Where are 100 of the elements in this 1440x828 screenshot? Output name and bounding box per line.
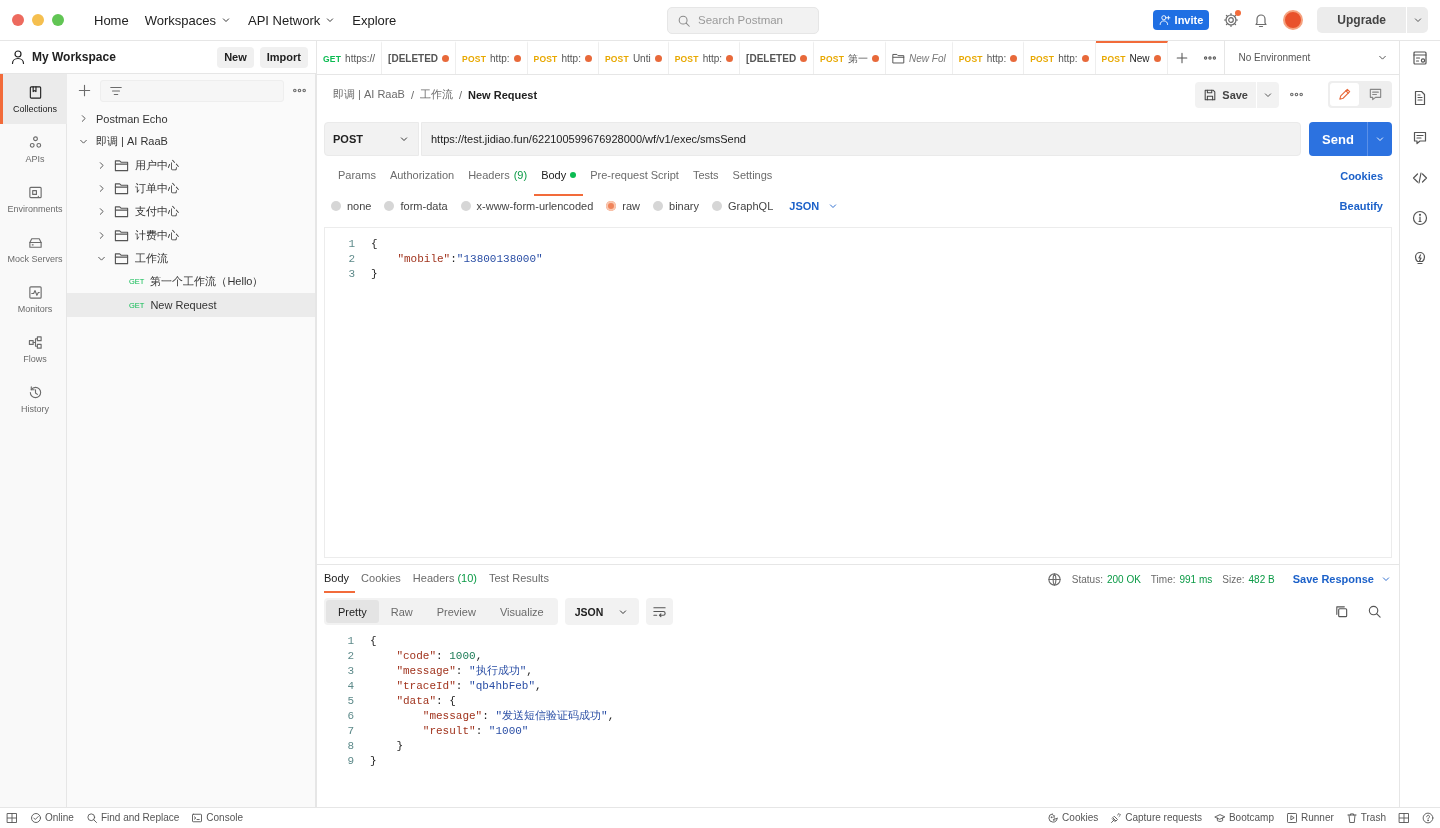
wrap-button[interactable] bbox=[646, 598, 674, 625]
info-icon[interactable] bbox=[1412, 210, 1428, 226]
nav-menu[interactable]: API Network bbox=[240, 8, 345, 32]
request-section-tab[interactable]: Headers (9) bbox=[461, 156, 535, 196]
comment-icon[interactable] bbox=[1412, 130, 1428, 146]
status-bar-item[interactable]: Runner bbox=[1286, 811, 1334, 824]
request-section-tab[interactable]: Body bbox=[534, 156, 584, 196]
nav-menu[interactable]: Explore bbox=[344, 8, 405, 32]
status-bar-item[interactable]: Find and Replace bbox=[85, 811, 180, 824]
request-tab[interactable]: POST http: bbox=[1024, 41, 1096, 74]
view-tab[interactable]: Pretty bbox=[326, 600, 379, 623]
nav-menu[interactable]: Workspaces bbox=[136, 8, 240, 32]
body-type-radio[interactable]: GraphQL bbox=[712, 200, 774, 212]
response-tab[interactable]: Body bbox=[324, 565, 356, 593]
body-type-radio[interactable]: form-data bbox=[384, 200, 448, 212]
tree-item[interactable]: 工作流 bbox=[67, 246, 315, 271]
code-icon[interactable] bbox=[1412, 170, 1428, 186]
code-editor[interactable]: 1 { 2 "mobile":"13800138000" 3 } bbox=[324, 227, 1392, 558]
avatar[interactable] bbox=[1283, 10, 1304, 30]
status-bar-item[interactable]: Online bbox=[30, 811, 74, 824]
breadcrumb-item[interactable]: 即调 | AI RaaB bbox=[333, 87, 405, 102]
settings-icon[interactable] bbox=[1223, 12, 1240, 28]
request-section-tab[interactable]: Tests bbox=[685, 156, 726, 196]
request-section-tab[interactable]: Pre-request Script bbox=[583, 156, 686, 196]
sidebar-tab[interactable]: Collections bbox=[0, 74, 67, 124]
sidebar-tab[interactable]: Flows bbox=[0, 324, 67, 374]
body-type-radio[interactable]: raw bbox=[606, 200, 641, 212]
request-tab[interactable]: GET https:// bbox=[317, 41, 383, 74]
save-icon bbox=[1203, 87, 1218, 102]
sidebar-tab[interactable]: Mock Servers bbox=[0, 224, 67, 274]
status-bar-item[interactable]: Cookies bbox=[1047, 811, 1099, 824]
response-tab[interactable]: Cookies bbox=[355, 565, 407, 593]
environment-select[interactable]: No Environment bbox=[1223, 41, 1399, 74]
request-tab[interactable]: POST http: bbox=[952, 41, 1025, 74]
tree-item[interactable]: Postman Echo bbox=[67, 107, 315, 131]
document-icon[interactable] bbox=[1412, 90, 1428, 106]
beautify-link[interactable]: Beautify bbox=[1339, 200, 1385, 212]
request-tab[interactable]: POST http: bbox=[668, 41, 741, 74]
status-bar-item[interactable]: Capture requests bbox=[1110, 811, 1202, 824]
sidebar-tab[interactable]: Monitors bbox=[0, 274, 67, 324]
method-select[interactable]: POST bbox=[324, 122, 419, 156]
stat-label: Status: bbox=[1071, 573, 1103, 585]
request-tab[interactable]: New Fol bbox=[886, 41, 953, 74]
layout-icon[interactable] bbox=[6, 811, 18, 824]
view-tab[interactable]: Raw bbox=[378, 600, 425, 623]
cookies-link[interactable]: Cookies bbox=[1340, 170, 1385, 182]
environment-view-icon[interactable] bbox=[1412, 50, 1428, 66]
tree-item[interactable]: 订单中心 bbox=[67, 176, 315, 201]
status-bar-item[interactable]: Trash bbox=[1345, 811, 1386, 824]
breadcrumb-item[interactable]: 工作流 bbox=[420, 87, 453, 102]
request-section-tab[interactable]: Params bbox=[331, 156, 383, 196]
copy-icon[interactable] bbox=[1334, 604, 1349, 619]
filter-field[interactable] bbox=[100, 79, 284, 102]
body-type-radio[interactable]: none bbox=[331, 200, 372, 212]
request-tab[interactable]: POST New bbox=[1095, 41, 1168, 74]
save-response-button[interactable]: Save Response bbox=[1292, 573, 1392, 585]
workspace-name[interactable]: My Workspace bbox=[32, 50, 212, 64]
request-tab[interactable]: [DELETED bbox=[382, 41, 457, 74]
notifications-icon[interactable] bbox=[1253, 12, 1270, 28]
tree-item[interactable]: 用户中心 bbox=[67, 153, 315, 177]
help-icon[interactable] bbox=[1422, 811, 1434, 824]
send-button[interactable]: Send bbox=[1309, 122, 1392, 156]
tree-item[interactable]: 计费中心 bbox=[67, 223, 315, 247]
status-bar-item[interactable]: Console bbox=[191, 811, 243, 824]
status-bar-item[interactable]: Bootcamp bbox=[1213, 811, 1274, 824]
request-tab[interactable]: POST 第一 bbox=[814, 41, 887, 74]
add-icon[interactable] bbox=[77, 83, 92, 98]
sidebar-tab[interactable]: APIs bbox=[0, 124, 67, 174]
layout-icon[interactable] bbox=[1398, 811, 1410, 824]
language-select[interactable]: JSON bbox=[564, 598, 640, 625]
edit-icon[interactable] bbox=[1337, 87, 1352, 102]
request-tab[interactable]: POST http: bbox=[456, 41, 528, 74]
tree-item[interactable]: 支付中心 bbox=[67, 200, 315, 224]
request-tab[interactable]: POST Unti bbox=[598, 41, 669, 74]
view-tab[interactable]: Preview bbox=[424, 600, 488, 623]
window-control[interactable] bbox=[12, 14, 24, 26]
body-type-radio[interactable]: binary bbox=[653, 200, 700, 212]
sidebar-icon bbox=[27, 284, 43, 300]
sidebar-tab[interactable]: History bbox=[0, 374, 67, 424]
lightbulb-icon[interactable] bbox=[1412, 250, 1428, 266]
header-button[interactable]: Import bbox=[259, 46, 308, 68]
request-tab[interactable]: [DELETED bbox=[740, 41, 815, 74]
view-tab[interactable]: Visualize bbox=[487, 600, 556, 623]
body-type-radio[interactable]: x-www-form-urlencoded bbox=[460, 200, 594, 212]
request-section-tab[interactable]: Settings bbox=[725, 156, 780, 196]
response-tab[interactable]: Test Results bbox=[482, 565, 555, 593]
url-field[interactable]: https://test.jidiao.fun/622100599676928000/wf/v1/exec/smsSend bbox=[421, 122, 1301, 156]
nav-menu[interactable]: Home bbox=[86, 8, 137, 32]
sidebar-tab[interactable]: Environments bbox=[0, 174, 67, 224]
response-tab[interactable]: Headers (10) bbox=[406, 565, 483, 593]
request-tab[interactable]: POST http: bbox=[527, 41, 599, 74]
invite-button[interactable]: Invite bbox=[1152, 10, 1210, 30]
comment-icon[interactable] bbox=[1368, 87, 1383, 102]
request-section-tab[interactable]: Authorization bbox=[382, 156, 462, 196]
tree-item[interactable]: 即调 | AI RaaB bbox=[67, 130, 315, 154]
search-icon[interactable] bbox=[1367, 604, 1382, 619]
breadcrumb-item[interactable]: New Request bbox=[468, 88, 538, 101]
search-field[interactable]: Search Postman bbox=[667, 6, 819, 34]
language-select[interactable]: JSON bbox=[789, 200, 840, 212]
header-button[interactable]: New bbox=[217, 46, 254, 68]
